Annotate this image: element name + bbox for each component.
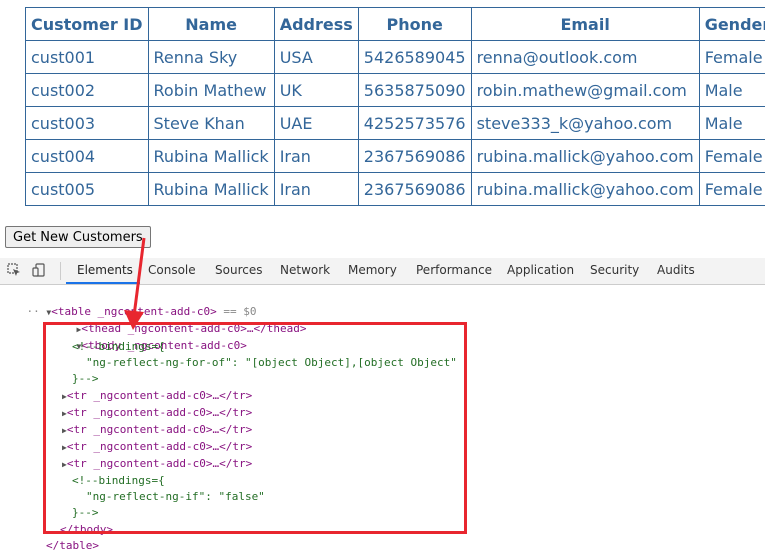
cell-address: Iran [273,172,359,206]
device-toolbar-icon[interactable] [32,263,46,277]
cell-customer-id: cust003 [25,106,149,140]
tab-application[interactable]: Application [507,263,574,277]
cell-customer-id: cust001 [25,40,149,74]
cell-address: UK [273,73,359,107]
cell-email: renna@outlook.com [470,40,700,74]
tab-network[interactable]: Network [280,263,330,277]
column-header-gender: Gender [698,7,765,41]
highlight-box [43,322,467,534]
tab-security[interactable]: Security [590,263,639,277]
cell-gender: Female [698,139,765,173]
annotation-arrow-icon [124,237,146,330]
devtools-toolbar: Elements Console Sources Network Memory … [0,258,765,285]
table-row: cust001 Renna Sky USA 5426589045 renna@o… [25,40,765,74]
header-row: Customer ID Name Address Phone Email Gen… [25,7,765,41]
cell-gender: Male [698,73,765,107]
cell-name: Rubina Mallick [147,139,275,173]
tab-performance[interactable]: Performance [416,263,492,277]
cell-customer-id: cust002 [25,73,149,107]
cell-name: Renna Sky [147,40,275,74]
cell-address: Iran [273,139,359,173]
cell-phone: 4252573576 [357,106,472,140]
tab-memory[interactable]: Memory [348,263,397,277]
customer-table-header: Customer ID Name Address Phone Email Gen… [25,7,765,41]
customer-table: Customer ID Name Address Phone Email Gen… [25,7,765,206]
column-header-customer-id: Customer ID [25,7,149,41]
cell-email: rubina.mallick@yahoo.com [470,172,700,206]
cell-phone: 2367569086 [357,172,472,206]
cell-address: USA [273,40,359,74]
table-row: cust005 Rubina Mallick Iran 2367569086 r… [25,172,765,206]
cell-name: Rubina Mallick [147,172,275,206]
column-header-phone: Phone [357,7,472,41]
toolbar-separator [60,262,61,280]
cell-phone: 5426589045 [357,40,472,74]
dom-table-close[interactable]: </table> [46,538,99,554]
cell-email: steve333_k@yahoo.com [470,106,700,140]
cell-email: rubina.mallick@yahoo.com [470,139,700,173]
table-row: cust002 Robin Mathew UK 5635875090 robin… [25,73,765,107]
tab-audits[interactable]: Audits [657,263,695,277]
cell-customer-id: cust004 [25,139,149,173]
cell-gender: Female [698,40,765,74]
selection-ellipsis: ·· [26,305,40,318]
table-row: cust003 Steve Khan UAE 4252573576 steve3… [25,106,765,140]
column-header-name: Name [147,7,275,41]
inspect-element-icon[interactable] [7,263,21,277]
cell-gender: Male [698,106,765,140]
column-header-email: Email [470,7,700,41]
customer-table-body: cust001 Renna Sky USA 5426589045 renna@o… [25,40,765,206]
cell-customer-id: cust005 [25,172,149,206]
cell-gender: Female [698,172,765,206]
cell-name: Robin Mathew [147,73,275,107]
cell-phone: 5635875090 [357,73,472,107]
tab-sources[interactable]: Sources [215,263,262,277]
cell-address: UAE [273,106,359,140]
table-row: cust004 Rubina Mallick Iran 2367569086 r… [25,139,765,173]
cell-phone: 2367569086 [357,139,472,173]
dom-line-thead[interactable]: ▶<thead _ngcontent-add-c0>…</thead> [50,305,307,335]
column-header-address: Address [273,7,359,41]
cell-name: Steve Khan [147,106,275,140]
cell-email: robin.mathew@gmail.com [470,73,700,107]
